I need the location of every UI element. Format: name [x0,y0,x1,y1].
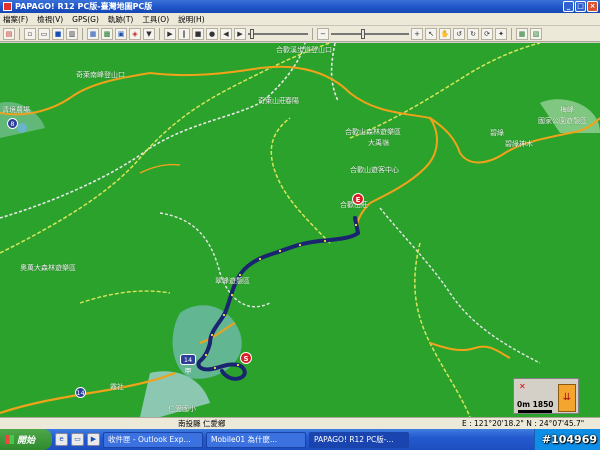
zoom-slider[interactable] [331,28,409,40]
status-coords: E : 121°20'18.2" N : 24°07'45.7" [462,419,585,428]
slider-knob[interactable] [250,28,254,39]
map-label-k: 翠峰遊憩區 [215,277,250,285]
open-icon[interactable]: ▭ [38,27,50,40]
grid-icon[interactable]: ▦ [87,27,99,40]
print-icon[interactable]: ▥ [66,27,78,40]
map-label-l: 清境農場 [2,106,30,114]
zoom-knob[interactable] [361,28,365,39]
map-control-panel: ✕ 0m 1850 ⇊ [513,378,579,414]
menu-view[interactable]: 檢視(V) [37,14,63,25]
select-icon[interactable]: ↖ [425,27,437,40]
end-marker[interactable]: E [352,193,364,205]
window-controls: _ □ × [563,1,598,12]
menu-track[interactable]: 軌跡(T) [108,14,133,25]
map-label-c: 奇萊山莊 [258,97,286,105]
play-icon[interactable]: ▶ [164,27,176,40]
hand-icon[interactable]: ✋ [439,27,451,40]
title-bar: PAPAGO! R12 PC版-臺灣地圖PC版 _ □ × [0,0,600,13]
map-canvas[interactable]: 合歡溪步道登山口 奇萊南峰登山口 奇萊山莊 合歡山森林遊樂區 大禹嶺 碧綠 碧綠… [0,43,600,417]
map-label-p: 梅峰 [560,106,574,114]
taskbar-item[interactable]: 收件匣 - Outlook Exp... [103,431,203,448]
scale-bar [518,410,552,413]
rewind-icon[interactable]: ◀ [220,27,232,40]
map-label-n: 仁愛國小 [168,405,196,413]
refresh-icon[interactable]: ⟳ [481,27,493,40]
maximize-button[interactable]: □ [575,1,586,12]
status-bar: 南投縣 仁愛鄉 E : 121°20'18.2" N : 24°07'45.7" [0,417,600,429]
media-icon[interactable]: ▶ [87,433,100,446]
navigate-button[interactable]: ⇊ [558,384,576,412]
windows-logo-icon [5,435,14,444]
minimize-button[interactable]: _ [563,1,574,12]
filter-icon[interactable]: ▼ [143,27,155,40]
fastforward-icon[interactable]: ▶ [234,27,246,40]
scale-label: 0m 1850 [517,400,554,409]
layers-icon[interactable]: ◈ [129,27,141,40]
stop-icon[interactable]: ■ [192,27,204,40]
desktop-icon[interactable]: ▭ [71,433,84,446]
map-label-o: 國家公園遊憩區 [538,117,587,125]
highway-shield: 8 [7,118,18,129]
toolbar-separator [511,27,512,40]
zoom-track [331,32,409,35]
map-label-a: 合歡溪步道登山口 [276,46,332,54]
taskbar-item[interactable]: Mobile01 為什麼... [206,431,306,448]
map-label-f: 碧綠 [490,129,504,137]
ie-icon[interactable]: e [55,433,68,446]
zoom-out-icon[interactable]: − [317,27,329,40]
compass-icon[interactable]: ✕ [519,382,533,394]
photo-icon[interactable]: ▧ [530,27,542,40]
start-button[interactable]: 開始 [0,429,52,450]
watermark: #104969 [541,433,597,446]
rotate-cw-icon[interactable]: ↻ [467,27,479,40]
save-icon[interactable]: ■ [52,27,64,40]
record-icon[interactable]: ● [206,27,218,40]
map-label-b: 奇萊南峰登山口 [76,71,125,79]
map-label-m: 霧社 [110,383,124,391]
menu-file[interactable]: 檔案(F) [3,14,28,25]
window-title: PAPAGO! R12 PC版-臺灣地圖PC版 [15,2,153,11]
close-button[interactable]: × [587,1,598,12]
map-icon[interactable]: ▦ [516,27,528,40]
toolbar: ▤ ▫ ▭ ■ ▥ ▦ ▩ ▣ ◈ ▼ ▶ ‖ ■ ● ◀ ▶ − + ↖ ✋ … [0,26,600,42]
start-marker[interactable]: S [240,352,252,364]
toolbar-separator [159,27,160,40]
slider-track [248,32,308,35]
map-graphics [0,43,600,417]
menu-bar: 檔案(F) 檢視(V) GPS(G) 軌跡(T) 工具(O) 說明(H) [0,13,600,26]
map-label-j: 奧萬大森林遊樂區 [20,264,76,272]
book-icon[interactable]: ▤ [3,27,15,40]
taskbar-item-active[interactable]: PAPAGO! R12 PC版-... [309,431,409,448]
map-label-d: 合歡山森林遊樂區 [345,128,401,136]
toolbar-separator [312,27,313,40]
new-icon[interactable]: ▫ [24,27,36,40]
zoom-in-icon[interactable]: + [411,27,423,40]
pause-icon[interactable]: ‖ [178,27,190,40]
toolbar-separator [82,27,83,40]
map-label-q: 春陽 [285,97,299,105]
toolbar-separator [19,27,20,40]
playback-slider[interactable] [248,28,308,40]
map-label-h: 合歡山遊客中心 [350,166,399,174]
menu-gps[interactable]: GPS(G) [72,15,99,24]
rotate-ccw-icon[interactable]: ↺ [453,27,465,40]
car-icon[interactable]: ▣ [115,27,127,40]
menu-tools[interactable]: 工具(O) [142,14,169,25]
map-label-g: 碧綠神木 [505,140,533,148]
highway-shield: 14甲 [180,354,196,375]
route-icon[interactable]: ▩ [101,27,113,40]
app-icon [3,2,12,11]
status-region: 南投縣 仁愛鄉 [178,419,226,428]
taskbar: 開始 e ▭ ▶ 收件匣 - Outlook Exp... Mobile01 為… [0,429,600,450]
menu-help[interactable]: 說明(H) [178,14,205,25]
compass-icon[interactable]: ✦ [495,27,507,40]
map-label-e: 大禹嶺 [368,139,389,147]
start-label: 開始 [17,436,36,446]
highway-shield: 14 [75,387,86,398]
